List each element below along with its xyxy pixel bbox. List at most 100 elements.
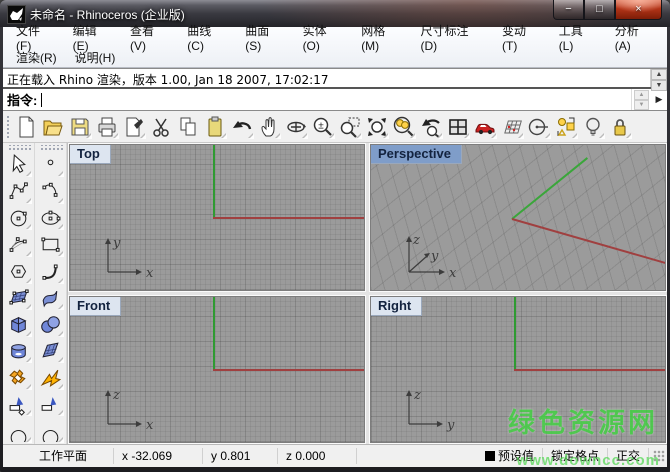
zoom-window-icon[interactable]: [336, 113, 363, 140]
cplane-pane[interactable]: 工作平面: [31, 448, 114, 464]
toolbox-column-1: [3, 143, 35, 444]
command-input[interactable]: [42, 89, 631, 110]
maximize-button[interactable]: □: [584, 0, 615, 20]
command-input-row: 指令: ▲ ▼ ▶: [3, 87, 667, 110]
y-axis-line: [511, 157, 588, 220]
named-view-car-icon[interactable]: [471, 113, 498, 140]
render-lights-icon[interactable]: [579, 113, 606, 140]
close-button[interactable]: ×: [615, 0, 662, 20]
polyline-icon[interactable]: [5, 178, 33, 205]
minimize-button[interactable]: −: [553, 0, 584, 20]
z-axis-line: [213, 297, 215, 370]
split-icon[interactable]: [37, 391, 65, 418]
menu-help[interactable]: 说明(H): [66, 48, 125, 67]
command-prompt-label: 指令:: [3, 90, 39, 109]
viewport-perspective-label[interactable]: Perspective: [371, 145, 462, 164]
cut-icon[interactable]: [147, 113, 174, 140]
arc-icon[interactable]: [5, 231, 33, 258]
print-icon[interactable]: [93, 113, 120, 140]
zoom-extents-icon[interactable]: [363, 113, 390, 140]
fillet-icon[interactable]: [5, 417, 33, 444]
menu-curve[interactable]: 曲线(C): [178, 21, 236, 54]
rotate-view-icon[interactable]: [282, 113, 309, 140]
menu-solid[interactable]: 实体(O): [294, 21, 353, 54]
menu-dimension[interactable]: 尺寸标注(D): [411, 21, 493, 54]
select-icon[interactable]: [5, 152, 33, 179]
x-axis-line: [512, 218, 666, 264]
spin-up-icon[interactable]: ▲: [634, 90, 649, 100]
chamfer-icon[interactable]: [37, 417, 65, 444]
menu-render[interactable]: 渲染(R): [7, 48, 66, 67]
undo-icon[interactable]: [228, 113, 255, 140]
toolbox-grip[interactable]: [39, 145, 63, 152]
sphere-icon[interactable]: [37, 311, 65, 338]
main-toolbar: ±: [3, 111, 667, 143]
statusbar-spacer: [357, 448, 477, 464]
svg-text:y: y: [430, 249, 439, 264]
patch-surface-icon[interactable]: [37, 338, 65, 365]
viewport-top-label[interactable]: Top: [70, 145, 111, 164]
viewport-front-label[interactable]: Front: [70, 297, 121, 316]
trim-icon[interactable]: [5, 391, 33, 418]
svg-text:y: y: [112, 236, 121, 251]
menu-analyze[interactable]: 分析(A): [606, 21, 663, 54]
control-point-surface-icon[interactable]: [5, 285, 33, 312]
point-icon[interactable]: [37, 152, 65, 179]
boolean-icon[interactable]: [5, 364, 33, 391]
menu-tools[interactable]: 工具(L): [550, 21, 606, 54]
menu-surface[interactable]: 曲面(S): [236, 21, 293, 54]
coord-x: x -32.069: [114, 448, 203, 464]
mesh-settings-icon[interactable]: [498, 113, 525, 140]
window-controls: − □ ×: [553, 0, 662, 20]
copy-icon[interactable]: [174, 113, 201, 140]
svg-text:x: x: [146, 418, 154, 432]
svg-text:z: z: [413, 388, 421, 403]
spin-down-icon[interactable]: ▼: [634, 100, 649, 110]
zoom-dynamic-icon[interactable]: ±: [309, 113, 336, 140]
toolbar-grip[interactable]: [5, 114, 10, 140]
edit-page-icon[interactable]: [120, 113, 147, 140]
paste-icon[interactable]: [201, 113, 228, 140]
ellipse-icon[interactable]: [37, 205, 65, 232]
scroll-up-icon[interactable]: ▲: [651, 69, 667, 80]
x-axis-line: [213, 217, 364, 219]
menu-mesh[interactable]: 网格(M): [352, 21, 411, 54]
x-axis-line: [213, 369, 364, 371]
viewport-perspective[interactable]: Perspective z y x: [370, 144, 666, 291]
curve-icon[interactable]: [37, 178, 65, 205]
toolbox-grip[interactable]: [7, 145, 31, 152]
pan-icon[interactable]: [255, 113, 282, 140]
blend-curve-icon[interactable]: [37, 258, 65, 285]
cplane-icon[interactable]: [525, 113, 552, 140]
lock-objects-icon[interactable]: [606, 113, 633, 140]
surface-icon[interactable]: [37, 285, 65, 312]
new-file-icon[interactable]: [12, 113, 39, 140]
cylinder-icon[interactable]: [5, 338, 33, 365]
svg-text:x: x: [449, 266, 457, 280]
coord-z: z 0.000: [278, 448, 357, 464]
menu-view[interactable]: 查看(V): [121, 21, 178, 54]
rectangle-icon[interactable]: [37, 231, 65, 258]
y-axis-line: [213, 145, 215, 218]
save-icon[interactable]: [66, 113, 93, 140]
undo-view-icon[interactable]: [417, 113, 444, 140]
circle-icon[interactable]: [5, 205, 33, 232]
viewport-layout-icon[interactable]: [444, 113, 471, 140]
command-history: 正在载入 Rhino 渲染，版本 1.00, Jan 18 2007, 17:0…: [3, 69, 667, 87]
open-file-icon[interactable]: [39, 113, 66, 140]
zoom-selected-icon[interactable]: [390, 113, 417, 140]
menu-transform[interactable]: 变动(T): [493, 21, 550, 54]
polygon-icon[interactable]: [5, 258, 33, 285]
svg-text:y: y: [446, 418, 455, 432]
axis-indicator: z y x: [397, 228, 471, 280]
viewport-front[interactable]: Front z x: [69, 296, 365, 443]
axis-indicator: z y: [397, 384, 461, 432]
command-scrollbar[interactable]: ▲ ▼: [650, 69, 667, 87]
viewport-top[interactable]: Top y x: [69, 144, 365, 291]
main-area: Top y x Perspective: [3, 143, 667, 444]
explode-icon[interactable]: [37, 364, 65, 391]
viewport-right-label[interactable]: Right: [371, 297, 422, 316]
expand-right-icon[interactable]: ▶: [651, 94, 667, 105]
box-icon[interactable]: [5, 311, 33, 338]
object-properties-icon[interactable]: [552, 113, 579, 140]
